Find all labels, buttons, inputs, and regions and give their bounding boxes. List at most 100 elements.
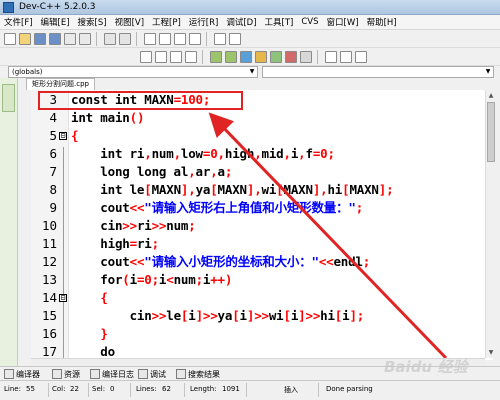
resources-icon: [52, 369, 62, 379]
menu-cvs[interactable]: CVS: [301, 17, 318, 27]
status-length-value: 1091: [222, 385, 240, 393]
status-divider: [48, 383, 49, 397]
undo-icon[interactable]: [104, 33, 116, 45]
tab-compiler[interactable]: 编译器: [4, 368, 40, 380]
code-editor[interactable]: 3 const int MAXN=100; 4 int main() 5 ⊟{6 int …: [31, 90, 493, 360]
search-results-icon: [176, 369, 186, 379]
status-divider: [88, 383, 89, 397]
annotation-arrow: [208, 112, 448, 360]
toolbar-separator: [206, 32, 207, 46]
editor-tab-bar: 矩形分割问题.cpp: [20, 78, 500, 90]
toolbar-separator: [136, 32, 137, 46]
menu-edit[interactable]: 编辑[E]: [41, 16, 70, 28]
compiler-icon: [4, 369, 14, 379]
tab-compile-log-label: 编译日志: [102, 369, 134, 379]
watermark-text: Baidu 经验: [384, 358, 468, 376]
status-lines-label: Lines:: [136, 385, 157, 393]
status-sel-value: 0: [110, 385, 115, 393]
status-lines-value: 62: [162, 385, 171, 393]
compile-icon[interactable]: [210, 51, 222, 63]
status-sel-label: Sel:: [92, 385, 106, 393]
menu-help[interactable]: 帮助[H]: [367, 16, 397, 28]
find-icon[interactable]: [144, 33, 156, 45]
menu-bar: 文件[F] 编辑[E] 搜索[S] 视图[V] 工程[P] 运行[R] 调试[D…: [0, 15, 500, 30]
status-message: Done parsing: [326, 385, 373, 393]
insert-icon[interactable]: [325, 51, 337, 63]
close-file-icon[interactable]: [64, 33, 76, 45]
add-file-icon[interactable]: [155, 51, 167, 63]
menu-file[interactable]: 文件[F]: [4, 16, 33, 28]
scope-combo-value: (globals): [12, 68, 43, 76]
menu-search[interactable]: 搜索[S]: [78, 16, 107, 28]
chevron-down-icon: ▼: [485, 68, 491, 75]
project-panel-tab[interactable]: [2, 84, 15, 112]
toolbar-separator: [96, 32, 97, 46]
rebuild-icon[interactable]: [255, 51, 267, 63]
compile-toolbar: [0, 48, 500, 66]
status-divider: [184, 383, 185, 397]
tab-compile-log[interactable]: 编译日志: [90, 368, 134, 380]
remove-file-icon[interactable]: [170, 51, 182, 63]
run-icon[interactable]: [225, 51, 237, 63]
open-folder-icon[interactable]: [19, 33, 31, 45]
status-bar: Line: 55 Col: 22 Sel: 0 Lines: 62 Length…: [0, 380, 500, 400]
class-browser-bar: (globals) ▼ ▼: [0, 66, 500, 78]
tab-resources[interactable]: 资源: [52, 368, 80, 380]
chevron-down-icon: ▼: [249, 68, 255, 75]
project-side-panel: [0, 78, 18, 380]
redo-icon[interactable]: [119, 33, 131, 45]
status-line-label: Line:: [4, 385, 21, 393]
view-icon-2[interactable]: [229, 33, 241, 45]
status-line-value: 55: [26, 385, 35, 393]
status-length-label: Length:: [190, 385, 217, 393]
project-options-icon[interactable]: [185, 51, 197, 63]
toolbar-separator: [202, 50, 203, 64]
vertical-scrollbar[interactable]: ▲ ▼: [485, 90, 495, 358]
debug-tab-icon: [138, 369, 148, 379]
status-insert-mode: 插入: [284, 386, 298, 394]
tab-compiler-label: 编译器: [16, 369, 40, 379]
save-icon[interactable]: [34, 33, 46, 45]
compile-run-icon[interactable]: [240, 51, 252, 63]
scope-combo[interactable]: (globals) ▼: [8, 66, 258, 78]
view-icon[interactable]: [214, 33, 226, 45]
menu-debug[interactable]: 调试[D]: [226, 16, 256, 28]
menu-project[interactable]: 工程[P]: [152, 16, 181, 28]
file-tab[interactable]: 矩形分割问题.cpp: [26, 78, 95, 90]
chart-icon[interactable]: [300, 51, 312, 63]
find-next-icon[interactable]: [174, 33, 186, 45]
save-all-icon[interactable]: [49, 33, 61, 45]
goto-bookmark-icon[interactable]: [355, 51, 367, 63]
compile-log-icon: [90, 369, 100, 379]
status-col-value: 22: [70, 385, 79, 393]
debug-icon[interactable]: [285, 51, 297, 63]
status-divider: [130, 383, 131, 397]
scrollbar-thumb[interactable]: [487, 102, 495, 162]
menu-view[interactable]: 视图[V]: [115, 16, 144, 28]
title-bar: Dev-C++ 5.2.0.3: [0, 0, 500, 15]
member-combo[interactable]: ▼: [262, 66, 494, 78]
tab-debug[interactable]: 调试: [138, 368, 166, 380]
window-title: Dev-C++ 5.2.0.3: [19, 2, 96, 12]
status-col-label: Col:: [52, 385, 66, 393]
menu-window[interactable]: 窗口[W]: [327, 16, 359, 28]
main-toolbar: [0, 30, 500, 48]
print-icon[interactable]: [79, 33, 91, 45]
check-syntax-icon[interactable]: [270, 51, 282, 63]
devcpp-app-icon: [3, 2, 14, 13]
new-project-icon[interactable]: [140, 51, 152, 63]
tab-debug-label: 调试: [150, 369, 166, 379]
status-divider: [318, 383, 319, 397]
tab-search-results-label: 搜索结果: [188, 369, 220, 379]
goto-line-icon[interactable]: [189, 33, 201, 45]
scroll-up-icon[interactable]: ▲: [487, 91, 495, 100]
baidu-jingyan-watermark: Baidu 经验: [384, 356, 496, 376]
menu-run[interactable]: 运行[R]: [189, 16, 219, 28]
tab-search-results[interactable]: 搜索结果: [176, 368, 220, 380]
toolbar-separator: [317, 50, 318, 64]
new-file-icon[interactable]: [4, 33, 16, 45]
tab-resources-label: 资源: [64, 369, 80, 379]
menu-tools[interactable]: 工具[T]: [265, 16, 294, 28]
toggle-bookmark-icon[interactable]: [340, 51, 352, 63]
replace-icon[interactable]: [159, 33, 171, 45]
